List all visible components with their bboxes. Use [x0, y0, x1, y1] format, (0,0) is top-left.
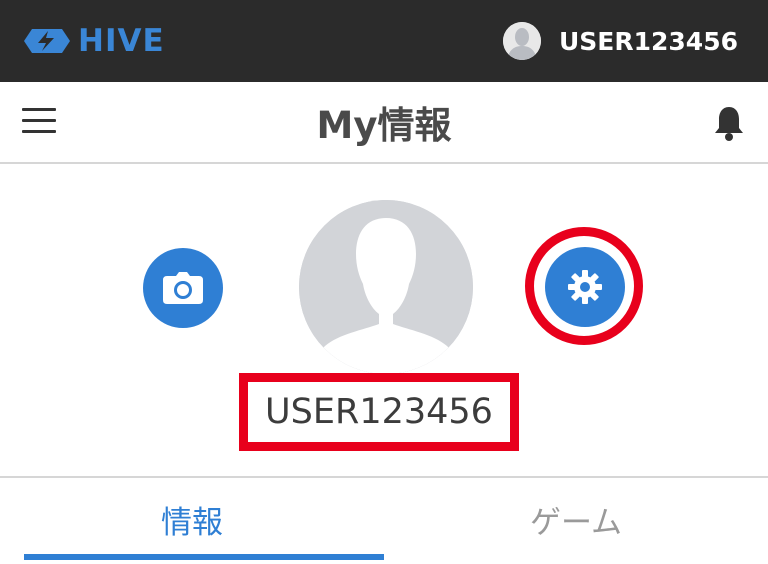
- tab-bar: 情報 ゲーム: [0, 480, 768, 564]
- bell-icon[interactable]: [712, 104, 746, 142]
- settings-button[interactable]: [545, 247, 625, 327]
- active-tab-indicator: [24, 554, 384, 560]
- profile-section: USER123456: [0, 166, 768, 478]
- tab-game[interactable]: ゲーム: [384, 480, 768, 558]
- gear-icon: [568, 270, 602, 304]
- page-header: My情報: [0, 82, 768, 164]
- profile-avatar[interactable]: [299, 200, 473, 374]
- logo-text: HIVE: [78, 23, 165, 59]
- profile-username: USER123456: [265, 392, 493, 432]
- tab-game-label: ゲーム: [529, 504, 623, 541]
- tab-info[interactable]: 情報: [0, 480, 384, 558]
- user-chip[interactable]: USER123456: [502, 22, 738, 60]
- username-highlight-box: USER123456: [239, 373, 519, 451]
- hive-logo[interactable]: HIVE: [24, 23, 165, 59]
- camera-icon: [163, 272, 203, 304]
- top-username: USER123456: [558, 26, 738, 56]
- camera-button[interactable]: [143, 248, 223, 328]
- user-avatar-icon: [502, 22, 541, 60]
- top-bar: HIVE USER123456: [0, 0, 768, 82]
- page-title: My情報: [316, 104, 452, 147]
- person-silhouette-icon: [299, 200, 473, 374]
- tab-info-label: 情報: [161, 504, 223, 541]
- hive-logo-icon: [24, 29, 70, 53]
- hamburger-menu-icon[interactable]: [22, 108, 56, 138]
